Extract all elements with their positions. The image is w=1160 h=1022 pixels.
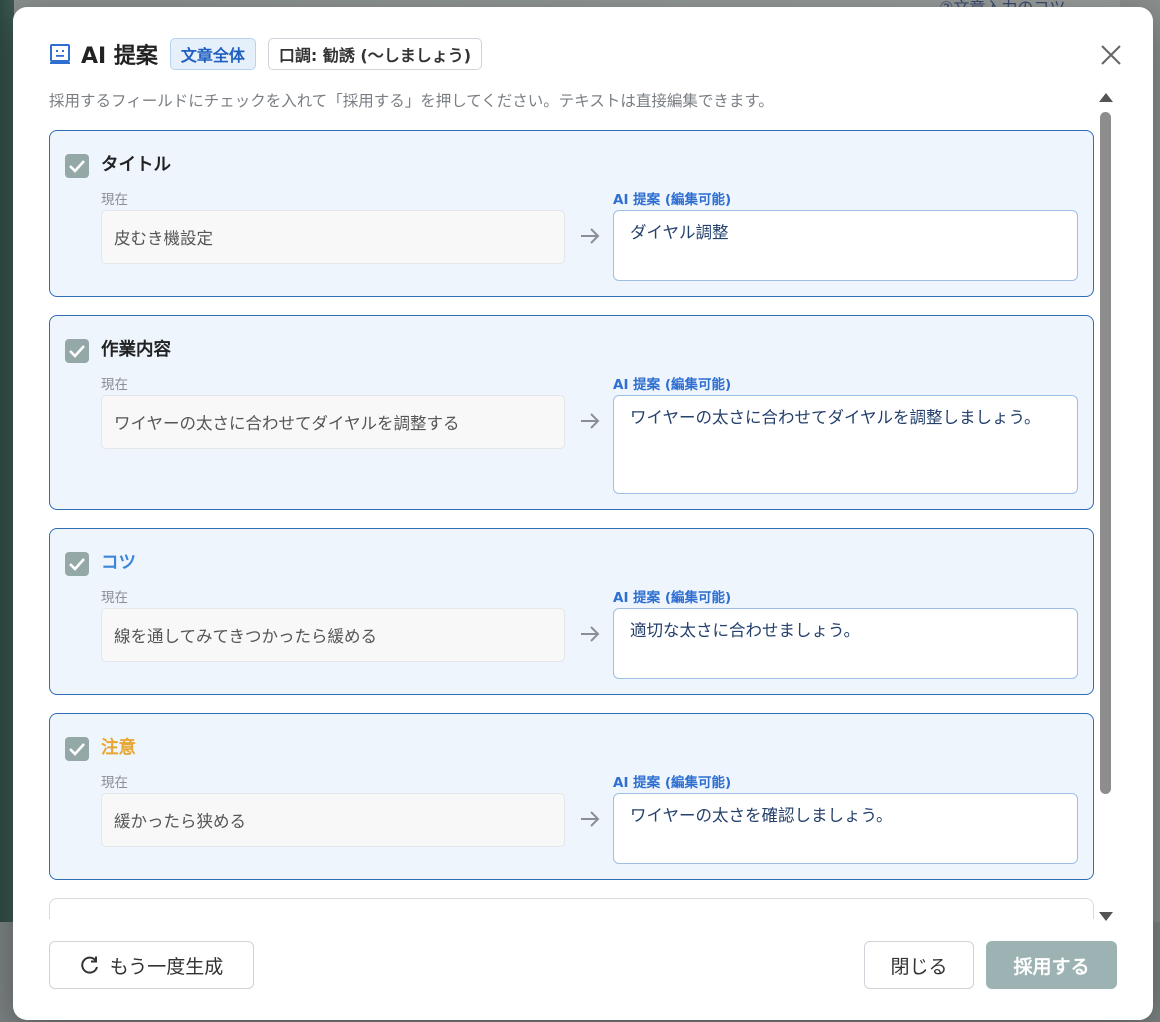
current-value: 線を通してみてきつかったら緩める <box>101 608 565 662</box>
current-value: 皮むき機設定 <box>101 210 565 264</box>
field-title: コツ <box>101 553 136 573</box>
field-title: 注意 <box>101 738 136 758</box>
ai-suggestion-textarea[interactable]: ダイヤル調整 <box>613 210 1078 281</box>
current-label: 現在 <box>101 775 128 791</box>
instruction-text: 採用するフィールドにチェックを入れて「採用する」を押してください。テキストは直接… <box>49 92 774 110</box>
modal-header: AI 提案 文章全体 口調: 勧誘 (〜しましょう) <box>49 38 483 70</box>
regenerate-button[interactable]: もう一度生成 <box>49 941 254 989</box>
field-card-title: タイトル 現在 AI 提案 (編集可能) 皮むき機設定 ダイヤル調整 <box>49 130 1094 297</box>
adopt-button[interactable]: 採用する <box>986 941 1117 989</box>
checkmark-icon <box>69 558 85 571</box>
close-button[interactable]: 閉じる <box>864 941 974 989</box>
field-checkbox[interactable] <box>65 552 89 576</box>
checkmark-icon <box>69 743 85 756</box>
field-title: 作業内容 <box>101 340 171 360</box>
tone-badge: 口調: 勧誘 (〜しましょう) <box>267 38 483 70</box>
current-label: 現在 <box>101 590 128 606</box>
ai-suggestion-textarea[interactable]: 適切な太さに合わせましょう。 <box>613 608 1078 679</box>
scope-badge: 文章全体 <box>169 38 256 70</box>
ai-label: AI 提案 (編集可能) <box>613 775 732 791</box>
current-label: 現在 <box>101 377 128 393</box>
title-wrap: AI 提案 <box>49 38 158 70</box>
field-checkbox[interactable] <box>65 339 89 363</box>
arrow-right-icon <box>581 413 600 429</box>
scroll-up-icon[interactable] <box>1099 93 1113 102</box>
close-icon[interactable] <box>1099 43 1123 67</box>
scrollbar[interactable] <box>1098 91 1114 921</box>
fields-scroll-area[interactable]: タイトル 現在 AI 提案 (編集可能) 皮むき機設定 ダイヤル調整 作業内容 … <box>49 129 1095 919</box>
ai-label: AI 提案 (編集可能) <box>613 377 732 393</box>
scrollbar-thumb[interactable] <box>1100 112 1111 794</box>
field-card-caution: 注意 現在 AI 提案 (編集可能) 緩かったら狭める ワイヤーの太さを確認しま… <box>49 713 1094 880</box>
modal-title: AI 提案 <box>81 44 158 69</box>
arrow-right-icon <box>581 811 600 827</box>
checkmark-icon <box>69 160 85 173</box>
ai-suggestion-textarea[interactable]: ワイヤーの太さを確認しましょう。 <box>613 793 1078 864</box>
arrow-right-icon <box>581 228 600 244</box>
ai-suggestion-modal: AI 提案 文章全体 口調: 勧誘 (〜しましょう) 採用するフィールドにチェッ… <box>13 7 1153 1020</box>
field-title: タイトル <box>101 155 171 175</box>
scroll-down-icon[interactable] <box>1099 912 1113 921</box>
robot-icon <box>50 44 70 64</box>
field-checkbox[interactable] <box>65 154 89 178</box>
checkmark-icon <box>69 345 85 358</box>
refresh-icon <box>81 956 98 974</box>
current-value: ワイヤーの太さに合わせてダイヤルを調整する <box>101 395 565 449</box>
field-card-content: 作業内容 現在 AI 提案 (編集可能) ワイヤーの太さに合わせてダイヤルを調整… <box>49 315 1094 510</box>
ai-label: AI 提案 (編集可能) <box>613 590 732 606</box>
ai-label: AI 提案 (編集可能) <box>613 192 732 208</box>
arrow-right-icon <box>581 626 600 642</box>
field-card-safety: 安全 <box>49 898 1094 919</box>
regenerate-label: もう一度生成 <box>109 955 224 978</box>
current-label: 現在 <box>101 192 128 208</box>
current-value: 緩かったら狭める <box>101 793 565 847</box>
field-card-tips: コツ 現在 AI 提案 (編集可能) 線を通してみてきつかったら緩める 適切な太… <box>49 528 1094 695</box>
ai-suggestion-textarea[interactable]: ワイヤーの太さに合わせてダイヤルを調整しましょう。 <box>613 395 1078 494</box>
field-checkbox[interactable] <box>65 737 89 761</box>
